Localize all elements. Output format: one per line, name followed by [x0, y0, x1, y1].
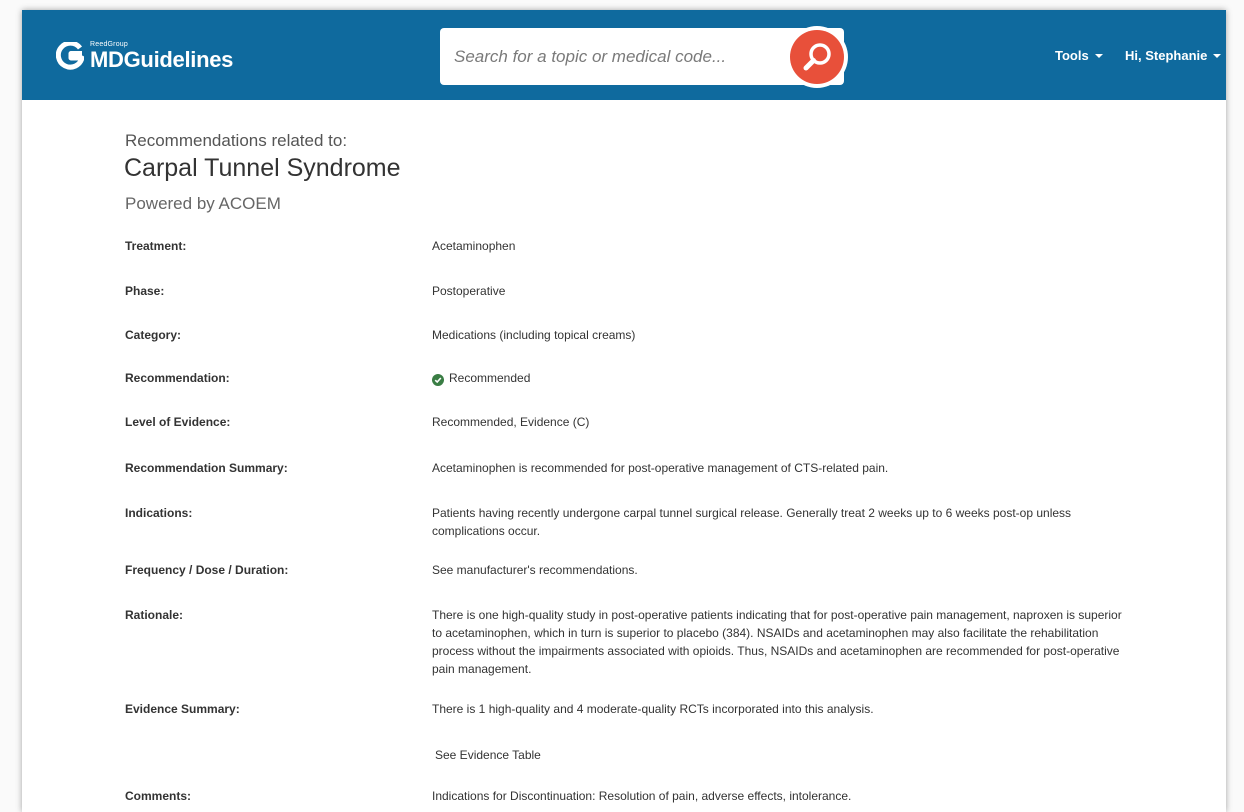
- detail-label: Frequency / Dose / Duration:: [125, 563, 289, 577]
- search-icon: [803, 43, 831, 71]
- reedgroup-g-icon: [56, 42, 84, 70]
- detail-value: See manufacturer's recommendations.: [432, 563, 638, 577]
- tools-menu[interactable]: Tools: [1055, 48, 1103, 63]
- detail-label: Indications:: [125, 506, 193, 520]
- search-bar: [440, 26, 848, 88]
- top-header: ReedGroup MDGuidelines Tools: [22, 10, 1226, 100]
- detail-label: Recommendation:: [125, 371, 230, 385]
- related-label: Recommendations related to:: [125, 131, 348, 150]
- mdguidelines-logo[interactable]: ReedGroup MDGuidelines: [56, 36, 233, 76]
- detail-label: Treatment:: [125, 239, 187, 253]
- page-background: ReedGroup MDGuidelines Tools: [0, 0, 1244, 812]
- chevron-down-icon: [1094, 53, 1103, 58]
- detail-value: Acetaminophen: [432, 239, 516, 253]
- detail-value: Indications for Discontinuation: Resolut…: [432, 789, 852, 803]
- detail-value: Postoperative: [432, 284, 506, 298]
- search-input[interactable]: [454, 46, 774, 67]
- logo-big-text: MDGuidelines: [90, 47, 234, 72]
- detail-value: Recommended, Evidence (C): [432, 415, 590, 429]
- recommendation-value: Recommended: [432, 369, 1122, 387]
- detail-label: Comments:: [125, 789, 192, 803]
- detail-value: Patients having recently undergone carpa…: [432, 506, 1072, 538]
- search-button[interactable]: [786, 26, 848, 88]
- detail-label: Recommendation Summary:: [125, 461, 288, 475]
- recommendation-text: Recommended: [449, 371, 531, 385]
- main-content: Recommendations related to: Carpal Tunne…: [22, 100, 1226, 812]
- detail-label: Rationale:: [125, 608, 184, 622]
- chevron-down-icon: [1213, 53, 1222, 58]
- detail-label: Category:: [125, 328, 182, 342]
- detail-value: There is one high-quality study in post-…: [432, 608, 1122, 676]
- detail-value: Acetaminophen is recommended for post-op…: [432, 461, 889, 475]
- detail-value: There is 1 high-quality and 4 moderate-q…: [432, 702, 874, 716]
- tools-label: Tools: [1055, 48, 1089, 63]
- detail-label: Level of Evidence:: [125, 415, 231, 429]
- page-title: Carpal Tunnel Syndrome: [124, 154, 401, 182]
- browser-window: ReedGroup MDGuidelines Tools: [22, 10, 1226, 812]
- detail-label: Phase:: [125, 284, 165, 298]
- user-menu[interactable]: Hi, Stephanie: [1125, 48, 1222, 63]
- detail-value: Medications (including topical creams): [432, 328, 636, 342]
- user-greeting: Hi, Stephanie: [1125, 48, 1208, 63]
- powered-by: Powered by ACOEM: [125, 194, 281, 213]
- check-circle-icon: [432, 374, 444, 386]
- detail-label: Evidence Summary:: [125, 702, 240, 716]
- see-evidence-table-link[interactable]: See Evidence Table: [435, 746, 1125, 764]
